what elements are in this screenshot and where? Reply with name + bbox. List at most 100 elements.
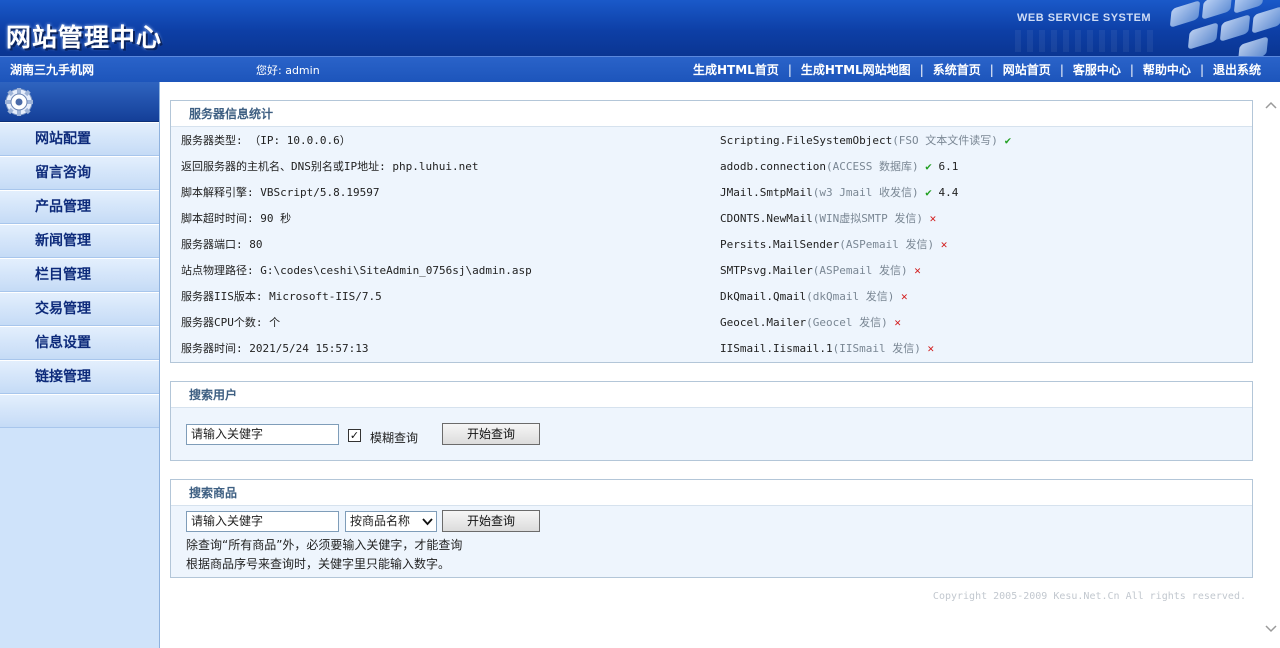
sidebar-item-transactions[interactable]: 交易管理 bbox=[0, 292, 159, 326]
nav-separator: | bbox=[1059, 62, 1064, 77]
chevron-down-icon bbox=[422, 518, 433, 526]
nav-separator: | bbox=[787, 62, 792, 77]
component-name: JMail.SmtpMail bbox=[720, 186, 813, 199]
scroll-up-arrow-icon[interactable] bbox=[1265, 100, 1277, 112]
component-desc: (ACCESS 数据库) bbox=[825, 160, 919, 173]
sidebar-item-empty bbox=[0, 394, 159, 428]
goods-search-note: 根据商品序号来查询时，关健字里只能输入数字。 bbox=[186, 557, 451, 571]
component-desc: (dkQmail 发信) bbox=[806, 290, 895, 303]
goods-search-type-select[interactable]: 按商品名称 bbox=[345, 511, 437, 532]
keyboard-keys-graphic bbox=[1160, 0, 1280, 56]
cross-icon: ✕ bbox=[929, 212, 937, 225]
component-desc: (IISmail 发信) bbox=[832, 342, 921, 355]
component-name: CDONTS.NewMail bbox=[720, 212, 813, 225]
nav-link-help-center[interactable]: 帮助中心 bbox=[1143, 61, 1191, 78]
nav-link-generate-html-home[interactable]: 生成HTML首页 bbox=[693, 61, 779, 78]
component-desc: (ASPemail 发信) bbox=[812, 264, 908, 277]
search-user-panel: 搜索用户 请输入关健字 ✓ 模糊查询 开始查询 bbox=[170, 381, 1253, 461]
top-banner: 网站管理中心 WEB SERVICE SYSTEM bbox=[0, 0, 1280, 56]
sidebar: 网站配置 留言咨询 产品管理 新闻管理 栏目管理 交易管理 信息设置 链接管理 bbox=[0, 82, 160, 648]
goods-search-note: 除查询“所有商品”外，必须要输入关健字，才能查询 bbox=[186, 538, 463, 552]
user-greeting: 您好: admin bbox=[256, 64, 320, 77]
nav-link-customer-service[interactable]: 客服中心 bbox=[1073, 61, 1121, 78]
site-name: 湖南三九手机网 bbox=[10, 63, 95, 77]
nav-link-website-home[interactable]: 网站首页 bbox=[1003, 61, 1051, 78]
cpu-count-row: 服务器CPU个数: 个 bbox=[181, 316, 281, 329]
sidebar-header bbox=[0, 82, 159, 122]
goods-keyword-input[interactable]: 请输入关健字 bbox=[186, 511, 339, 532]
cross-icon: ✕ bbox=[894, 316, 901, 329]
scroll-down-arrow-icon[interactable] bbox=[1265, 622, 1277, 634]
component-row: JMail.SmtpMail(w3 Jmail 收发信) ✔ 4.4 bbox=[720, 180, 958, 206]
nav-link-logout[interactable]: 退出系统 bbox=[1213, 61, 1261, 78]
sidebar-item-news[interactable]: 新闻管理 bbox=[0, 224, 159, 258]
cross-icon: ✕ bbox=[914, 264, 921, 277]
component-row: Geocel.Mailer(Geocel 发信) ✕ bbox=[720, 310, 901, 336]
component-row: Persits.MailSender(ASPemail 发信) ✕ bbox=[720, 232, 947, 258]
search-goods-title: 搜索商品 bbox=[171, 480, 1252, 506]
script-engine-row: 脚本解释引擎: VBScript/5.8.19597 bbox=[181, 186, 380, 199]
sidebar-item-products[interactable]: 产品管理 bbox=[0, 190, 159, 224]
component-name: DkQmail.Qmail bbox=[720, 290, 807, 303]
server-time-row: 服务器时间: 2021/5/24 15:57:13 bbox=[181, 342, 369, 355]
component-name: Geocel.Mailer bbox=[720, 316, 807, 329]
banner-decoration bbox=[1015, 30, 1155, 52]
fuzzy-search-checkbox[interactable]: ✓ bbox=[348, 429, 361, 442]
user-search-button[interactable]: 开始查询 bbox=[442, 423, 540, 445]
cross-icon: ✕ bbox=[940, 238, 948, 251]
goods-search-button[interactable]: 开始查询 bbox=[442, 510, 540, 532]
cross-icon: ✕ bbox=[900, 290, 908, 303]
copyright-text: Copyright 2005-2009 Kesu.Net.Cn All righ… bbox=[932, 591, 1246, 602]
server-info-panel: 服务器信息统计 服务器类型: （IP: 10.0.0.6） 返回服务器的主机名、… bbox=[170, 100, 1253, 363]
component-row: IISmail.Iismail.1(IISmail 发信) ✕ bbox=[720, 336, 934, 362]
server-info-title: 服务器信息统计 bbox=[171, 101, 1252, 127]
physical-path-row: 站点物理路径: G:\codes\ceshi\SiteAdmin_0756sj\… bbox=[181, 264, 532, 277]
fuzzy-search-label: 模糊查询 bbox=[370, 431, 419, 445]
top-nav-links: 生成HTML首页 | 生成HTML网站地图 | 系统首页 | 网站首页 | 客服… bbox=[693, 61, 1261, 78]
site-logo-title: 网站管理中心 bbox=[6, 23, 163, 52]
component-name: Persits.MailSender bbox=[720, 238, 840, 251]
server-type-row: 服务器类型: （IP: 10.0.0.6） bbox=[181, 134, 351, 147]
search-user-title: 搜索用户 bbox=[171, 382, 1252, 408]
sidebar-item-info-settings[interactable]: 信息设置 bbox=[0, 326, 159, 360]
component-version: 6.1 bbox=[938, 160, 959, 173]
component-name: SMTPsvg.Mailer bbox=[720, 264, 813, 277]
component-desc: (w3 Jmail 收发信) bbox=[812, 186, 919, 199]
cross-icon: ✕ bbox=[927, 342, 935, 355]
sidebar-item-links[interactable]: 链接管理 bbox=[0, 360, 159, 394]
component-name: IISmail.Iismail.1 bbox=[720, 342, 833, 355]
component-version: 4.4 bbox=[938, 186, 959, 199]
component-name: Scripting.FileSystemObject bbox=[720, 134, 893, 147]
vertical-scrollbar[interactable] bbox=[1262, 82, 1280, 648]
check-icon: ✔ bbox=[925, 160, 932, 173]
search-goods-panel: 搜索商品 请输入关健字 按商品名称 开始查询 除查询“所有商品”外，必须要输入关… bbox=[170, 479, 1253, 578]
sidebar-item-columns[interactable]: 栏目管理 bbox=[0, 258, 159, 292]
server-hostname-row: 返回服务器的主机名、DNS别名或IP地址: php.luhui.net bbox=[181, 160, 479, 173]
select-value: 按商品名称 bbox=[350, 514, 411, 528]
nav-link-system-home[interactable]: 系统首页 bbox=[933, 61, 981, 78]
top-nav-bar: 湖南三九手机网 您好: admin 生成HTML首页 | 生成HTML网站地图 … bbox=[0, 56, 1280, 82]
component-desc: (FSO 文本文件读写) bbox=[892, 134, 998, 147]
gear-icon bbox=[5, 88, 33, 116]
nav-separator: | bbox=[1129, 62, 1134, 77]
component-row: adodb.connection(ACCESS 数据库) ✔ 6.1 bbox=[720, 154, 958, 180]
nav-separator: | bbox=[1199, 62, 1204, 77]
user-keyword-input[interactable]: 请输入关健字 bbox=[186, 424, 339, 445]
component-desc: (Geocel 发信) bbox=[806, 316, 888, 329]
banner-tagline: WEB SERVICE SYSTEM bbox=[1017, 12, 1152, 24]
check-icon: ✔ bbox=[925, 186, 932, 199]
script-timeout-row: 脚本超时时间: 90 秒 bbox=[181, 212, 292, 225]
nav-link-generate-html-sitemap[interactable]: 生成HTML网站地图 bbox=[801, 61, 911, 78]
check-icon: ✔ bbox=[1004, 134, 1012, 147]
component-row: SMTPsvg.Mailer(ASPemail 发信) ✕ bbox=[720, 258, 921, 284]
component-row: Scripting.FileSystemObject(FSO 文本文件读写) ✔ bbox=[720, 128, 1011, 154]
iis-version-row: 服务器IIS版本: Microsoft-IIS/7.5 bbox=[181, 290, 382, 303]
component-name: adodb.connection bbox=[720, 160, 826, 173]
server-port-row: 服务器端口: 80 bbox=[181, 238, 263, 251]
component-desc: (ASPemail 发信) bbox=[839, 238, 935, 251]
component-row: CDONTS.NewMail(WIN虚拟SMTP 发信) ✕ bbox=[720, 206, 936, 232]
sidebar-item-site-config[interactable]: 网站配置 bbox=[0, 122, 159, 156]
component-desc: (WIN虚拟SMTP 发信) bbox=[812, 212, 923, 225]
sidebar-item-messages[interactable]: 留言咨询 bbox=[0, 156, 159, 190]
nav-separator: | bbox=[989, 62, 994, 77]
